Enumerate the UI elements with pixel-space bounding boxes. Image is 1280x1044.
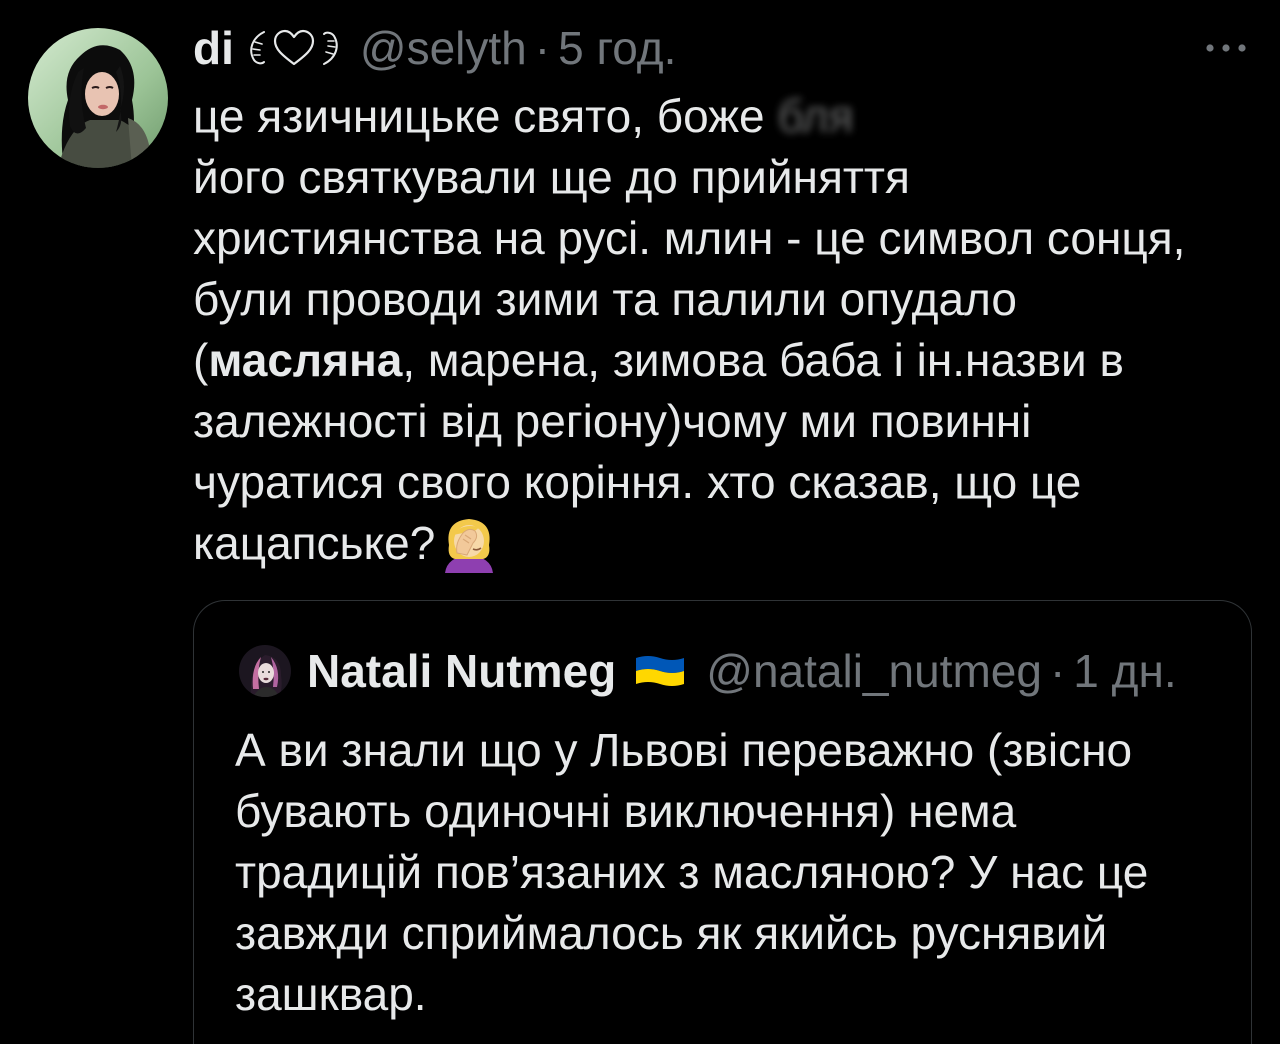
profile-photo	[28, 28, 168, 168]
quoted-tweet-timestamp: 1 дн.	[1073, 645, 1177, 697]
tweet-timestamp[interactable]: 5 год.	[558, 24, 676, 72]
quoted-profile-photo	[239, 645, 291, 697]
tweet-text-line: чуратися свого коріння. хто сказав, що ц…	[193, 456, 1082, 508]
tweet-text-line: (масляна, марена, зимова баба і ін.назви…	[193, 330, 1185, 391]
woman-facepalming-emoji	[445, 518, 494, 573]
tweet-text-line: це язичницьке свято, боже бля	[193, 86, 1185, 147]
wings-heart-icon	[250, 29, 338, 66]
tweet-text-line: кацапське?	[193, 513, 1185, 574]
tweet-text-line: його святкували ще до прийняття	[193, 151, 910, 203]
tweet-text-segment: (	[193, 334, 209, 386]
quoted-text-line: традицій пов’язаних з масляною? У нас це	[235, 846, 1149, 898]
tweet-text-segment: , марена, зимова баба і ін.назви в	[402, 334, 1124, 386]
ukraine-flag-emoji	[636, 656, 685, 686]
tweet-text: це язичницьке свято, боже бля його святку…	[193, 86, 1185, 574]
separator-dot: ·	[534, 22, 551, 74]
author-handle[interactable]: @selyth	[360, 24, 527, 72]
quoted-author-name: Natali Nutmeg	[307, 645, 617, 697]
tweet-text-line: були проводи зими та палили опудало	[193, 273, 1018, 325]
bold-word: масляна	[208, 334, 403, 386]
separator-dot: ·	[1049, 645, 1066, 697]
censored-word: бля	[777, 90, 854, 142]
tweet-header: di @selyth · 5 год.	[193, 24, 676, 72]
more-horizontal-icon[interactable]	[1200, 36, 1252, 60]
quoted-tweet[interactable]: Natali Nutmeg @natali_nutmeg · 1 дн. А в…	[193, 600, 1252, 1044]
avatar[interactable]	[28, 28, 168, 168]
tweet-text-line: християнства на русі. млин - це символ с…	[193, 212, 1186, 264]
quoted-author-handle: @natali_nutmeg	[706, 645, 1042, 697]
quoted-tweet-text: А ви знали що у Львові переважно (звісно…	[235, 720, 1148, 1025]
tweet-text-segment: це язичницьке свято, боже	[193, 90, 765, 142]
quoted-text-line: бувають одиночні виключення) нема	[235, 785, 1017, 837]
tweet-text-segment: кацапське?	[193, 517, 436, 569]
quoted-tweet-header: Natali Nutmeg @natali_nutmeg · 1 дн.	[239, 645, 1177, 697]
quoted-text-line: завжди сприймалось як якийсь руснявий	[235, 907, 1108, 959]
quoted-text-line: зашквар.	[235, 968, 427, 1020]
tweet-text-line: залежності від регіону)чому ми повинні	[193, 395, 1032, 447]
quoted-avatar	[239, 645, 291, 697]
quoted-text-line: А ви знали що у Львові переважно (звісно	[235, 724, 1133, 776]
author-name[interactable]: di	[193, 24, 234, 72]
